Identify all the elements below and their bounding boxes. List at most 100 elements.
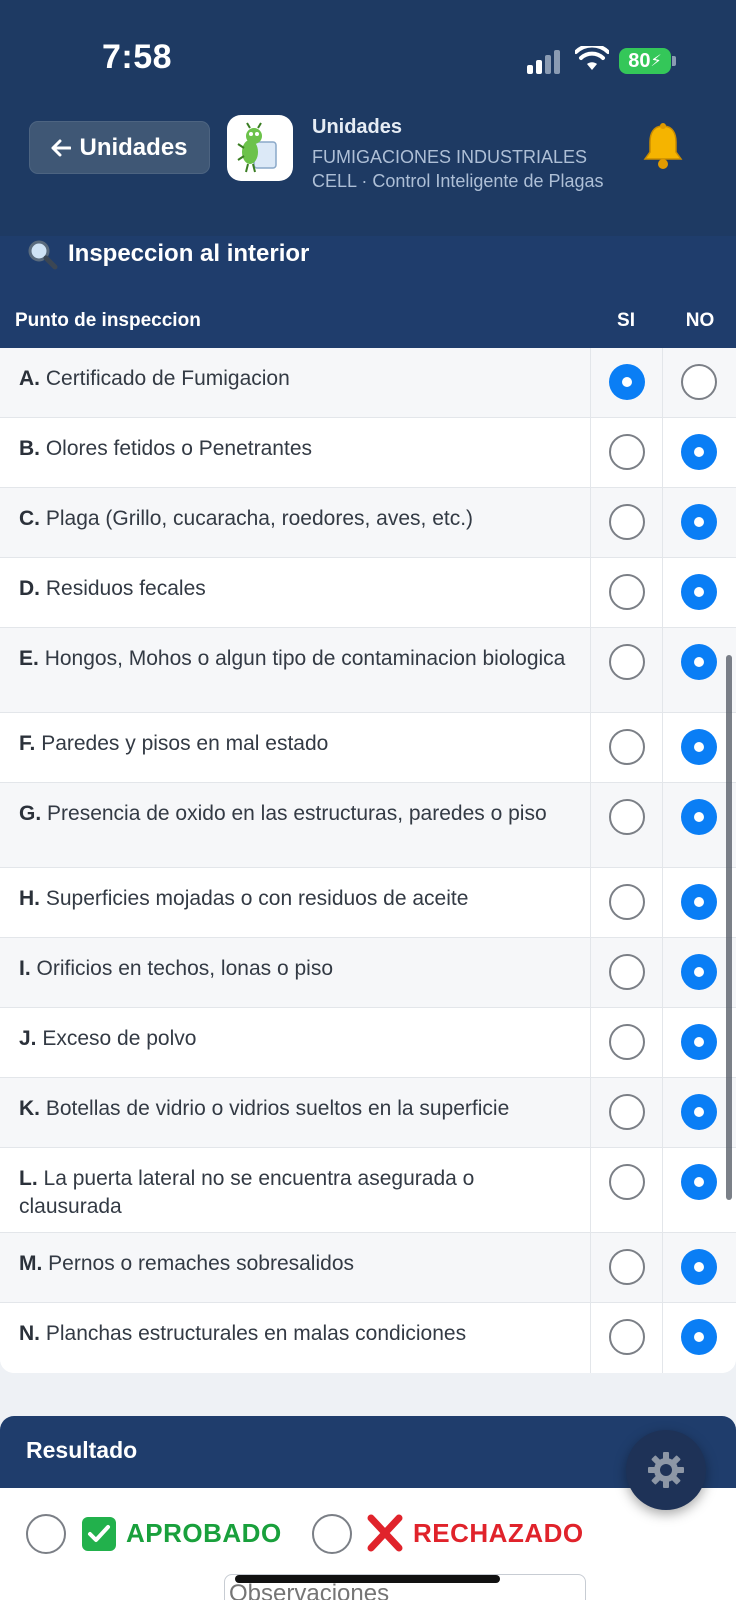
rejected-label[interactable]: RECHAZADO: [413, 1518, 584, 1549]
table-row: J. Exceso de polvo: [0, 1008, 736, 1078]
scrollbar[interactable]: [726, 655, 732, 1200]
back-arrow-icon: [51, 139, 72, 156]
status-bar: 7:58 80 ⚡: [0, 0, 736, 100]
column-header-si: SI: [617, 310, 635, 331]
row-letter: B.: [19, 437, 40, 460]
si-radio[interactable]: [609, 434, 645, 470]
gear-icon: [648, 1452, 684, 1488]
section-title: Inspeccion al interior: [26, 238, 309, 270]
table-row: G. Presencia de oxido en las estructuras…: [0, 783, 736, 868]
si-radio[interactable]: [609, 504, 645, 540]
bell-icon[interactable]: [640, 122, 686, 170]
no-radio[interactable]: [681, 644, 717, 680]
inspection-table-header: Punto de inspeccion SI NO: [0, 296, 736, 348]
row-text: Certificado de Fumigacion: [45, 367, 290, 390]
si-radio[interactable]: [609, 1319, 645, 1355]
row-label: K. Botellas de vidrio o vidrios sueltos …: [19, 1095, 579, 1123]
si-radio[interactable]: [609, 799, 645, 835]
row-letter: M.: [19, 1252, 43, 1275]
no-radio[interactable]: [681, 574, 717, 610]
no-radio[interactable]: [681, 1164, 717, 1200]
no-radio[interactable]: [681, 1319, 717, 1355]
back-button[interactable]: Unidades: [29, 121, 210, 174]
cell-si: [590, 868, 663, 937]
si-radio[interactable]: [609, 574, 645, 610]
x-icon: [367, 1514, 403, 1552]
back-button-label: Unidades: [79, 133, 188, 161]
no-radio[interactable]: [681, 729, 717, 765]
row-label: B. Olores fetidos o Penetrantes: [19, 435, 579, 463]
cell-si: [590, 1008, 663, 1077]
cell-si: [590, 628, 663, 712]
table-row: D. Residuos fecales: [0, 558, 736, 628]
no-radio[interactable]: [681, 434, 717, 470]
battery-level: 80: [628, 49, 651, 72]
column-header-no: NO: [685, 310, 715, 331]
no-radio[interactable]: [681, 504, 717, 540]
row-letter: A.: [19, 367, 40, 390]
cellular-signal-icon: [527, 50, 563, 74]
row-label: M. Pernos o remaches sobresalidos: [19, 1250, 579, 1278]
row-text: La puerta lateral no se encuentra asegur…: [19, 1167, 475, 1218]
cell-si: [590, 558, 663, 627]
row-text: Pernos o remaches sobresalidos: [48, 1252, 354, 1275]
battery-indicator: 80 ⚡: [619, 48, 671, 74]
table-row: N. Planchas estructurales en malas condi…: [0, 1303, 736, 1373]
battery-tip: [672, 56, 676, 66]
row-letter: I.: [19, 957, 31, 980]
row-text: Plaga (Grillo, cucaracha, roedores, aves…: [45, 507, 474, 530]
cell-no: [663, 1303, 736, 1373]
row-letter: E.: [19, 647, 39, 670]
row-label: I. Orificios en techos, lonas o piso: [19, 955, 579, 983]
table-row: H. Superficies mojadas o con residuos de…: [0, 868, 736, 938]
si-radio[interactable]: [609, 729, 645, 765]
row-letter: F.: [19, 732, 36, 755]
cell-si: [590, 1303, 663, 1373]
row-letter: L.: [19, 1167, 38, 1190]
inspection-table: A. Certificado de Fumigacion B. Olores fe…: [0, 348, 736, 1373]
app-logo-icon: [227, 115, 293, 181]
si-radio[interactable]: [609, 884, 645, 920]
si-radio[interactable]: [609, 1024, 645, 1060]
rejected-radio[interactable]: [312, 1514, 352, 1554]
cell-si: [590, 488, 663, 557]
status-time: 7:58: [102, 38, 173, 76]
row-letter: D.: [19, 577, 40, 600]
row-label: C. Plaga (Grillo, cucaracha, roedores, a…: [19, 505, 579, 533]
no-radio[interactable]: [681, 364, 717, 400]
si-radio[interactable]: [609, 1094, 645, 1130]
row-text: Olores fetidos o Penetrantes: [45, 437, 312, 460]
no-radio[interactable]: [681, 1094, 717, 1130]
no-radio[interactable]: [681, 954, 717, 990]
settings-fab[interactable]: [626, 1430, 706, 1510]
table-row: C. Plaga (Grillo, cucaracha, roedores, a…: [0, 488, 736, 558]
no-radio[interactable]: [681, 799, 717, 835]
row-text: Botellas de vidrio o vidrios sueltos en …: [45, 1097, 510, 1120]
company-name: FUMIGACIONES INDUSTRIALES CELL · Control…: [312, 147, 604, 191]
si-radio[interactable]: [609, 1249, 645, 1285]
si-radio[interactable]: [609, 954, 645, 990]
no-radio[interactable]: [681, 1249, 717, 1285]
section-title-text: Inspeccion al interior: [68, 240, 310, 267]
table-row: L. La puerta lateral no se encuentra ase…: [0, 1148, 736, 1233]
no-radio[interactable]: [681, 1024, 717, 1060]
header-title: Unidades: [312, 116, 403, 138]
table-row: K. Botellas de vidrio o vidrios sueltos …: [0, 1078, 736, 1148]
row-label: A. Certificado de Fumigacion: [19, 365, 579, 393]
approved-label[interactable]: APROBADO: [126, 1518, 282, 1549]
no-radio[interactable]: [681, 884, 717, 920]
si-radio[interactable]: [609, 1164, 645, 1200]
cell-si: [590, 418, 663, 487]
app-header: 7:58 80 ⚡ Unidades Unidades FUMIGACIONES…: [0, 0, 736, 236]
row-letter: H.: [19, 887, 40, 910]
cell-no: [663, 348, 736, 417]
si-radio[interactable]: [609, 644, 645, 680]
row-letter: G.: [19, 802, 42, 825]
table-row: E. Hongos, Mohos o algun tipo de contami…: [0, 628, 736, 713]
table-row: M. Pernos o remaches sobresalidos: [0, 1233, 736, 1303]
cell-si: [590, 713, 663, 782]
column-header-point: Punto de inspeccion: [15, 310, 201, 331]
approved-radio[interactable]: [26, 1514, 66, 1554]
si-radio[interactable]: [609, 364, 645, 400]
row-label: N. Planchas estructurales en malas condi…: [19, 1320, 579, 1348]
